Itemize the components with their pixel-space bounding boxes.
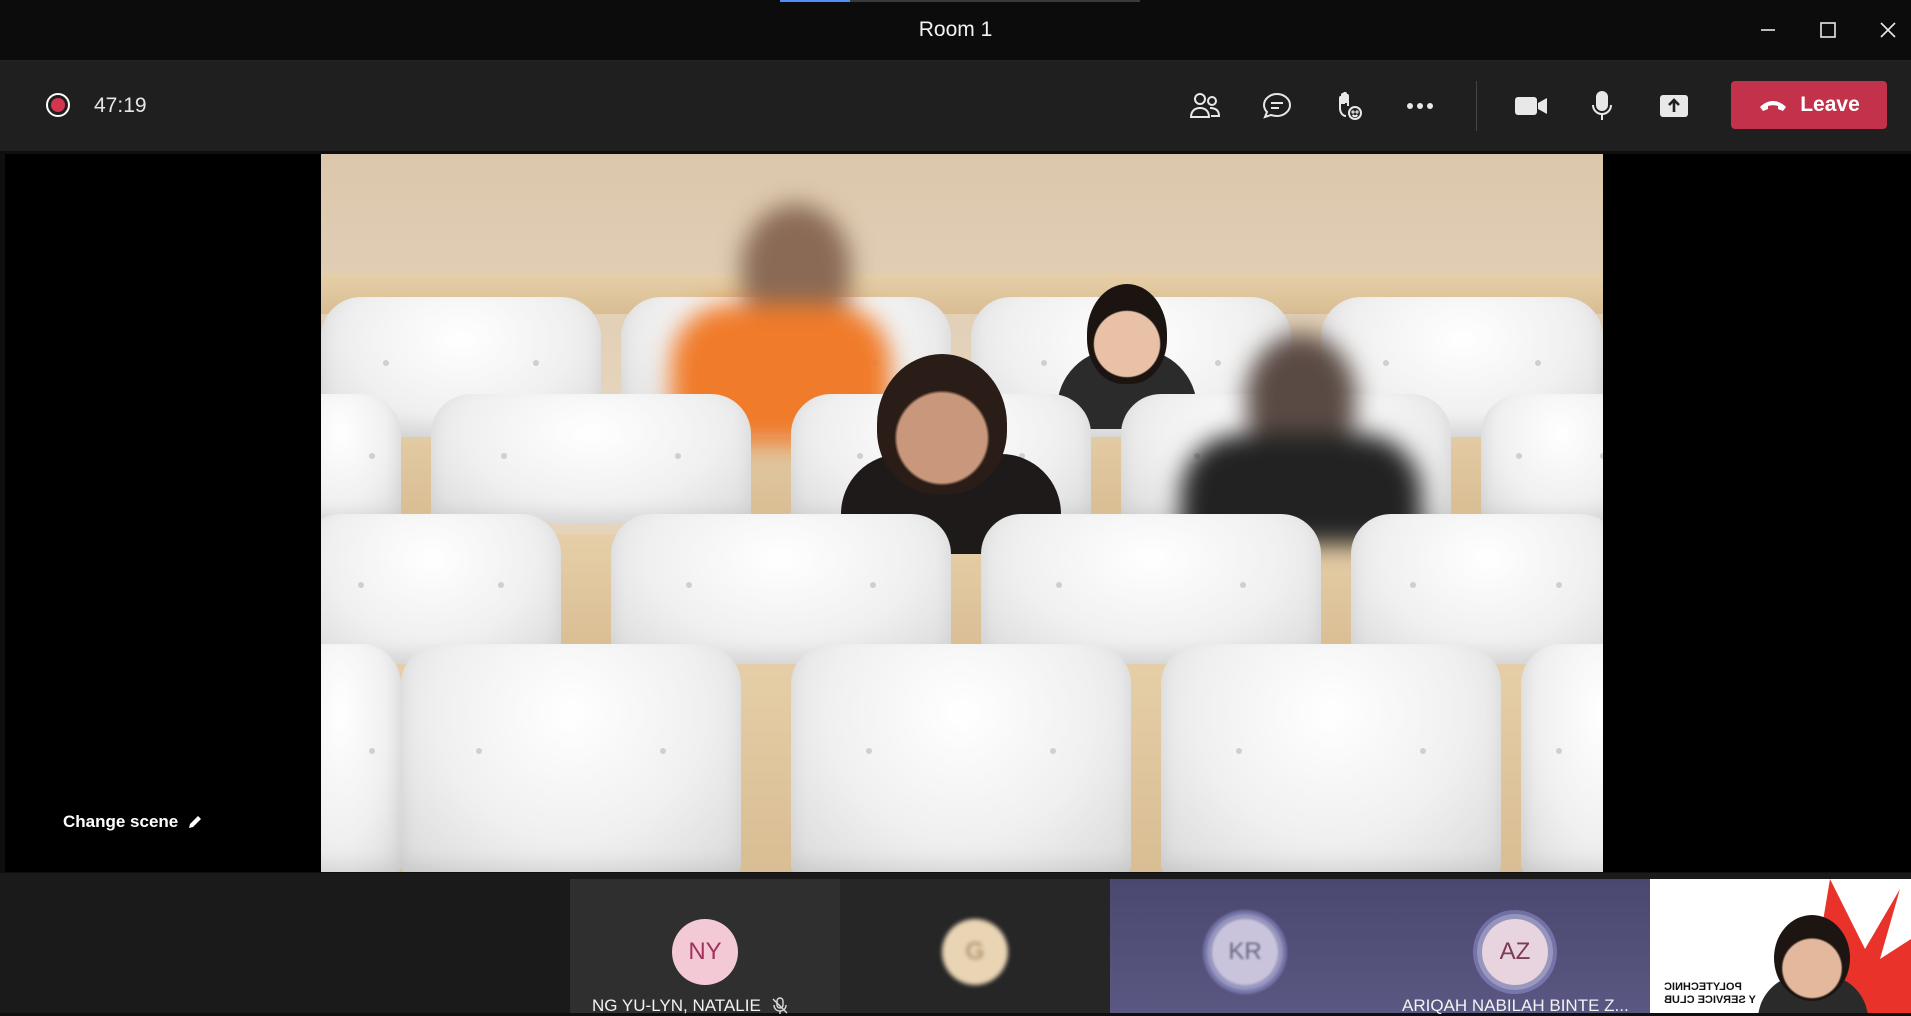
hang-up-icon — [1760, 101, 1787, 111]
participant-name: NG YU-LYN, NATALIE — [592, 996, 761, 1015]
seat — [791, 644, 1131, 872]
meeting-timer: 47:19 — [94, 94, 147, 117]
seat — [321, 394, 401, 524]
participant-name: ARIQAH NABILAH BINTE Z... — [1402, 996, 1629, 1015]
close-icon[interactable] — [1865, 10, 1911, 50]
microphone-icon[interactable] — [1577, 85, 1627, 127]
avatar: NY — [672, 919, 738, 985]
camera-icon[interactable] — [1506, 85, 1556, 127]
window-title: Room 1 — [918, 18, 993, 41]
tab-indicator-track — [850, 0, 1140, 2]
more-icon[interactable] — [1395, 85, 1445, 127]
change-scene-button[interactable]: Change scene — [63, 812, 204, 832]
participant-tile[interactable]: KR — [1110, 879, 1380, 1013]
avatar: KR — [1212, 919, 1278, 985]
participant-tile[interactable]: G — [840, 879, 1110, 1013]
seat — [1521, 644, 1603, 872]
change-scene-label: Change scene — [63, 812, 179, 831]
title-bar: Room 1 — [0, 0, 1911, 61]
self-view-video[interactable]: POLYTECHNIC Y SERVICE CLUB — [1650, 879, 1911, 1013]
leave-button[interactable]: Leave — [1731, 81, 1887, 129]
reactions-icon[interactable] — [1323, 85, 1373, 127]
seat — [981, 514, 1321, 664]
participant-strip: NY NG YU-LYN, NATALIE G KR AZ ARIQAH NAB… — [0, 873, 1911, 1016]
seat — [321, 644, 401, 872]
leave-label: Leave — [1800, 93, 1860, 116]
participant-name-row: ARIQAH NABILAH BINTE Z... — [1402, 996, 1629, 1016]
participant-tile[interactable]: NY NG YU-LYN, NATALIE — [570, 879, 840, 1016]
seat — [321, 514, 561, 664]
recording-icon — [46, 93, 70, 117]
avatar: AZ — [1482, 919, 1548, 985]
seat — [611, 514, 951, 664]
share-icon[interactable] — [1649, 85, 1699, 127]
minimize-icon[interactable] — [1745, 10, 1791, 50]
pencil-icon — [189, 816, 202, 828]
seat — [1351, 514, 1603, 664]
maximize-icon[interactable] — [1805, 10, 1851, 50]
seat — [401, 644, 741, 872]
meeting-toolbar: 47:19 Leave — [0, 61, 1911, 151]
avatar: G — [942, 919, 1008, 985]
people-icon[interactable] — [1180, 85, 1230, 127]
seat — [1481, 394, 1603, 524]
participant-tile[interactable]: AZ ARIQAH NABILAH BINTE Z... — [1380, 879, 1650, 1016]
seat — [1161, 644, 1501, 872]
seat — [431, 394, 751, 524]
meeting-stage: Change scene — [5, 154, 1911, 872]
toolbar-divider — [1476, 81, 1477, 131]
together-mode-scene — [321, 154, 1603, 872]
chat-icon[interactable] — [1252, 85, 1302, 127]
mic-muted-icon — [772, 997, 788, 1014]
tab-indicator — [780, 0, 850, 2]
participant-name-row: NG YU-LYN, NATALIE — [592, 996, 789, 1016]
self-face — [1774, 915, 1850, 1001]
